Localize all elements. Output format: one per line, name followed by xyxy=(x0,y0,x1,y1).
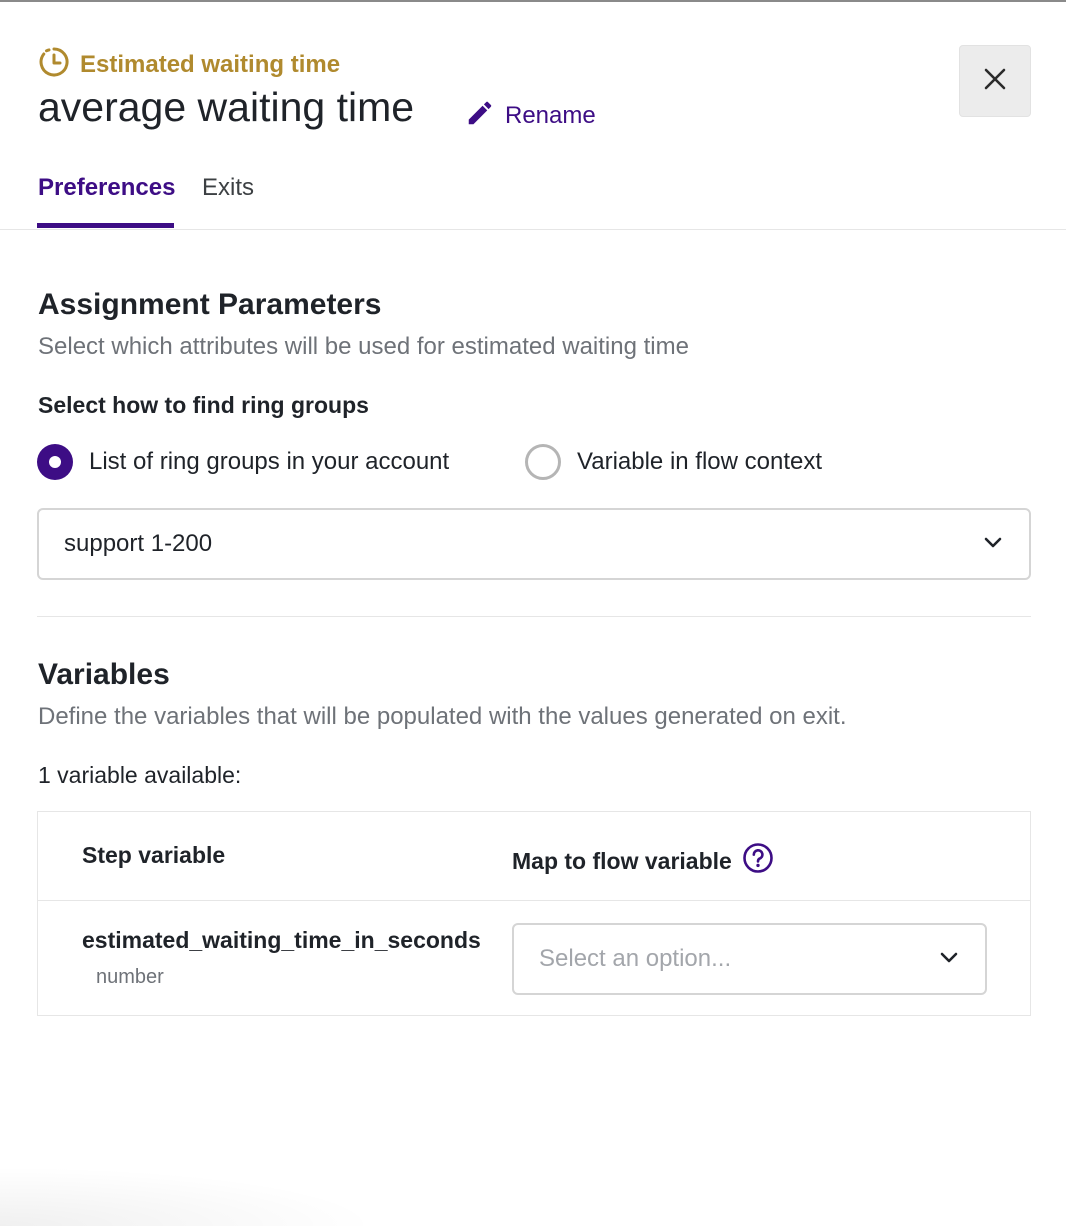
variables-count: 1 variable available: xyxy=(38,762,242,788)
table-header: Step variable Map to flow variable xyxy=(38,812,1030,901)
ring-group-select[interactable]: support 1-200 xyxy=(37,508,1031,580)
radio-label: List of ring groups in your account xyxy=(89,448,450,475)
ring-group-value: support 1-200 xyxy=(64,530,213,557)
assignment-description: Select which attributes will be used for… xyxy=(38,333,689,360)
active-tab-indicator xyxy=(37,223,174,228)
step-variable-name: estimated_waiting_time_in_seconds xyxy=(82,927,481,953)
flow-variable-select[interactable]: Select an option... xyxy=(512,923,987,995)
tab-preferences[interactable]: Preferences xyxy=(38,174,175,202)
chevron-down-icon xyxy=(937,945,961,974)
flow-variable-placeholder: Select an option... xyxy=(539,945,732,972)
close-icon xyxy=(983,67,1007,96)
section-divider xyxy=(37,616,1031,617)
column-map-to-flow-variable: Map to flow variable xyxy=(512,842,774,880)
assignment-heading: Assignment Parameters xyxy=(38,288,382,321)
step-variable-type: number xyxy=(96,966,164,988)
rename-label: Rename xyxy=(505,101,596,129)
corner-shadow xyxy=(0,1166,380,1226)
table-row: estimated_waiting_time_in_seconds number… xyxy=(38,901,1030,1015)
step-title: average waiting time xyxy=(38,84,415,130)
radio-ring-groups-list[interactable]: List of ring groups in your account xyxy=(37,444,449,480)
radio-flow-variable[interactable]: Variable in flow context xyxy=(525,444,822,480)
tab-bar: Preferences Exits xyxy=(0,170,1066,230)
tab-exits[interactable]: Exits xyxy=(202,174,254,202)
variables-table: Step variable Map to flow variable estim… xyxy=(37,811,1031,1016)
radio-label: Variable in flow context xyxy=(577,448,823,475)
clock-icon xyxy=(38,46,70,83)
rename-button[interactable]: Rename xyxy=(465,98,596,133)
column-map-label: Map to flow variable xyxy=(512,847,732,874)
variables-heading: Variables xyxy=(38,658,170,691)
chevron-down-icon xyxy=(981,530,1005,559)
radio-selected-indicator xyxy=(37,444,73,480)
pencil-icon xyxy=(465,98,495,133)
column-step-variable: Step variable xyxy=(82,842,226,868)
find-ring-groups-label: Select how to find ring groups xyxy=(38,392,369,418)
radio-unselected-indicator xyxy=(525,444,561,480)
step-type: Estimated waiting time xyxy=(38,46,340,83)
close-button[interactable] xyxy=(959,45,1031,117)
variables-description: Define the variables that will be popula… xyxy=(38,703,847,730)
step-type-label: Estimated waiting time xyxy=(80,50,341,78)
help-icon[interactable] xyxy=(742,842,774,880)
top-border xyxy=(0,0,1066,2)
